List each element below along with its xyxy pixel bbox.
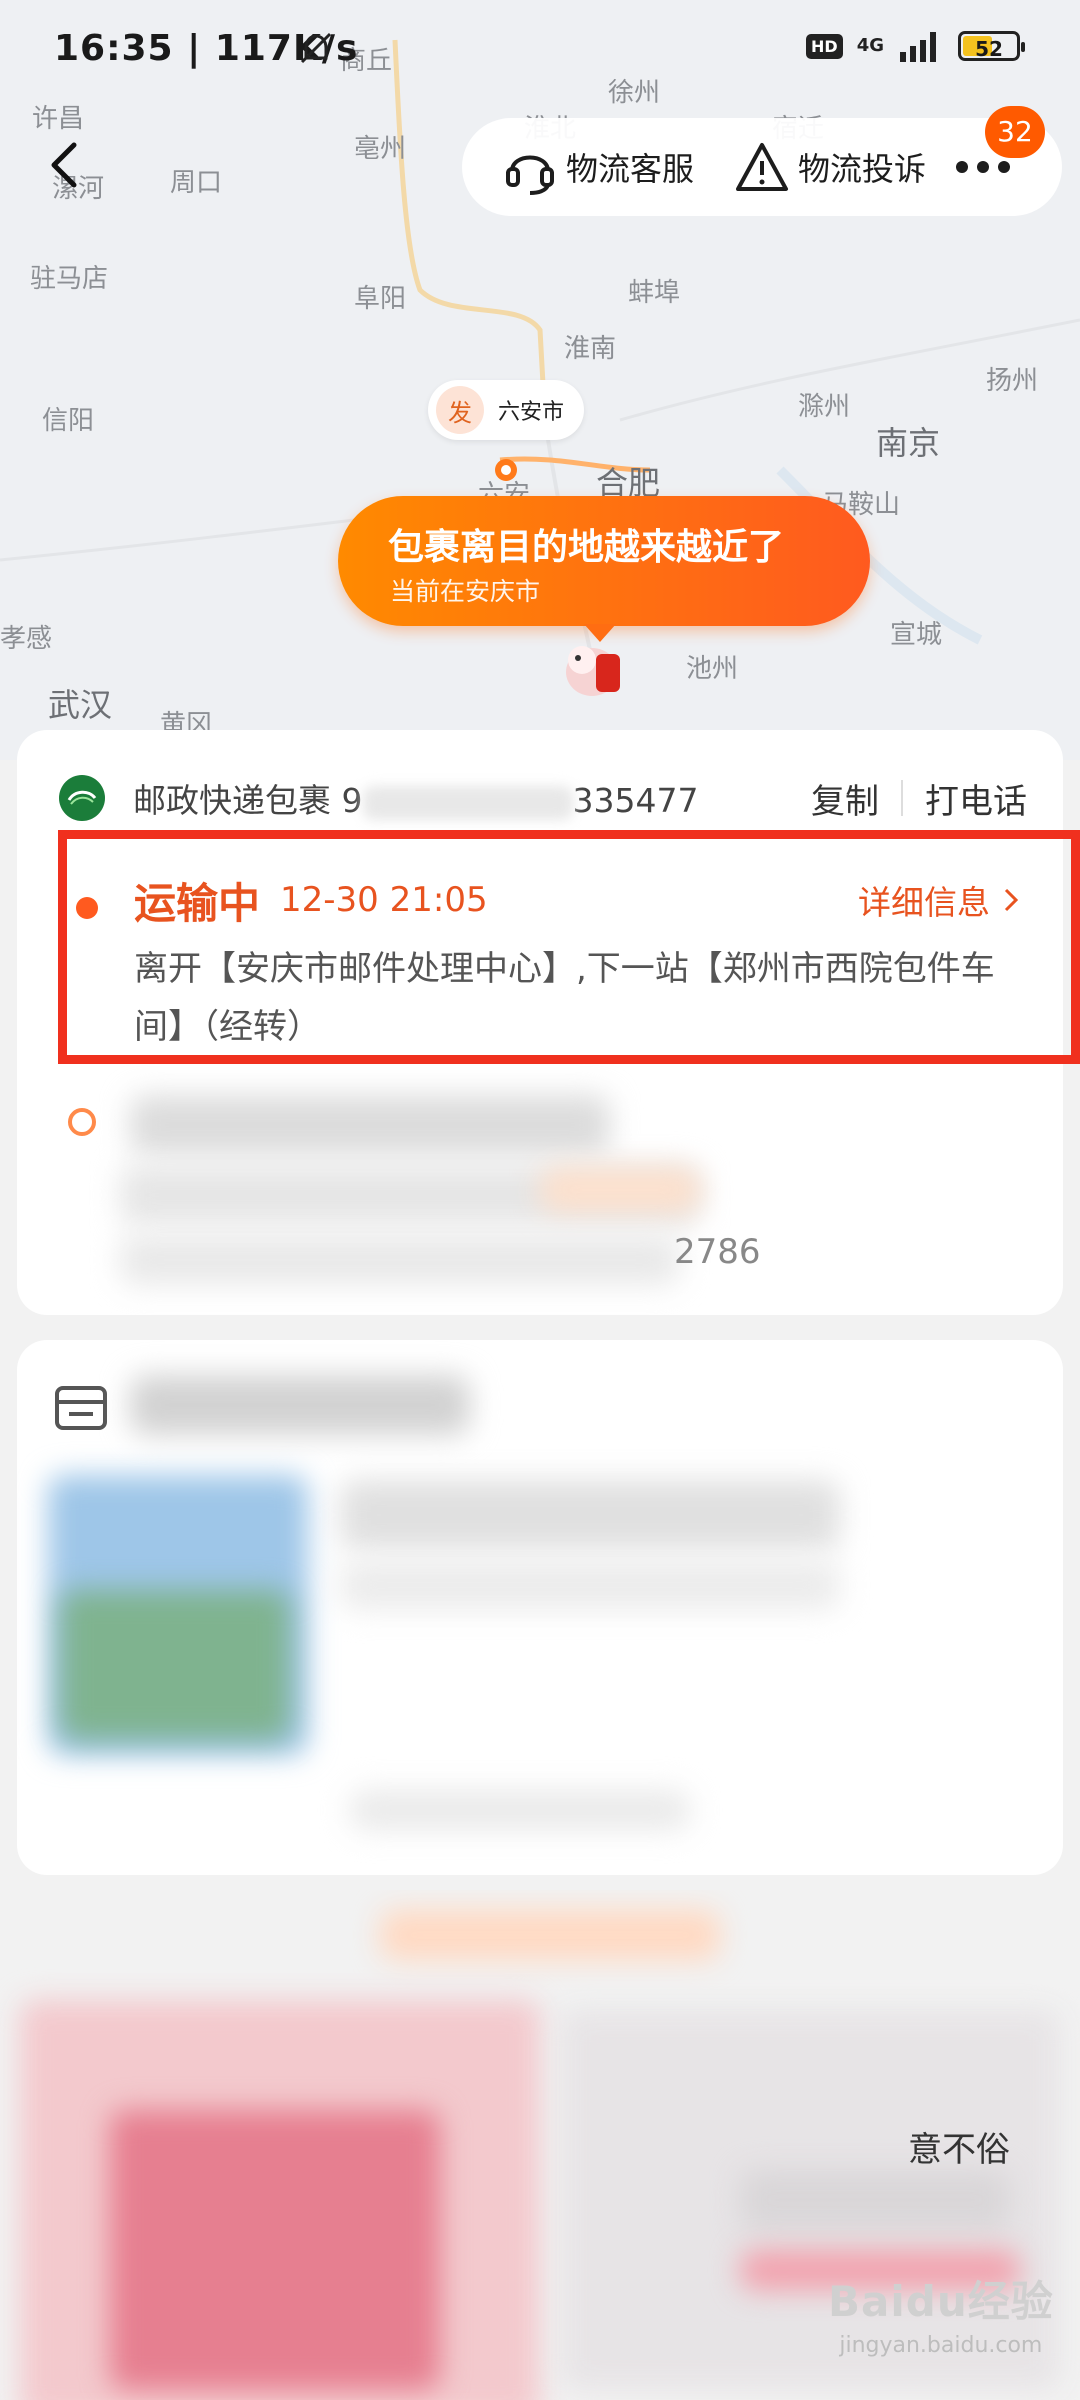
network-type: 4G [856, 35, 884, 56]
blurred-content [540, 1168, 700, 1212]
status-time: 12-30 21:05 [280, 880, 488, 920]
bubble-title: 包裹离目的地越来越近了 [388, 527, 785, 568]
blurred-content [130, 1095, 610, 1155]
warning-icon [736, 143, 789, 191]
more-menu-icon[interactable] [956, 161, 1011, 173]
origin-marker: 发 [436, 386, 484, 434]
blurred-content [120, 1235, 680, 1285]
map-city-label: 池州 [686, 654, 739, 684]
blurred-product-title [340, 1480, 840, 1550]
bubble-subtitle: 当前在安庆市 [390, 577, 541, 606]
timeline-current-dot [76, 897, 98, 919]
headset-icon [506, 155, 554, 195]
origin-chip[interactable]: 发 六安市 [428, 380, 585, 440]
hd-icon: HD [806, 33, 843, 59]
bell-off-icon [300, 32, 332, 64]
map-city-label: 阜阳 [354, 284, 407, 314]
map-city-label: 武汉 [48, 686, 113, 724]
baidu-watermark: Baidu经验 jingyan.baidu.com [828, 2268, 1054, 2358]
status-label: 运输中 [134, 878, 261, 928]
tracking-number: 邮政快递包裹 9 335477 [133, 781, 699, 820]
status-description: 离开【安庆市邮件处理中心】,下一站【郑州市西院包件车间】（经转） [134, 949, 995, 1047]
copy-button[interactable]: 复制 [811, 774, 879, 823]
courier-mascot-icon [566, 646, 620, 696]
complaint-label: 物流投诉 [798, 150, 927, 188]
map-city-label: 许昌 [32, 104, 85, 134]
store-icon [55, 1386, 107, 1430]
blurred-product-spec [340, 1560, 840, 1610]
back-icon[interactable] [40, 135, 90, 195]
map-city-label: 亳州 [354, 134, 407, 164]
customer-service-label: 物流客服 [566, 150, 695, 188]
promo-partial-text: 意不俗 [908, 2130, 1010, 2170]
status-bar: 16:35 | 117K/s HD 4G 52 [0, 0, 1080, 100]
carrier-row: 邮政快递包裹 9 335477 复制 打电话 [59, 766, 1027, 830]
detail-info-link[interactable]: 详细信息 [858, 876, 1020, 924]
map-city-label: 周口 [170, 168, 223, 198]
map-city-label: 淮南 [564, 334, 617, 364]
map-city-label: 扬州 [986, 366, 1039, 396]
notification-badge: 32 [985, 106, 1045, 158]
map-view[interactable]: 商丘 徐州 许昌 亳州 淮北 宿迁 漯河 周口 驻马店 阜阳 蚌埠 淮南 扬州 … [0, 0, 1080, 760]
signal-icon [900, 32, 936, 62]
battery-icon: 52 [958, 31, 1025, 61]
top-action-bar: 物流客服 物流投诉 [462, 118, 1062, 216]
customer-service-button[interactable]: 物流客服 [502, 139, 694, 195]
chevron-right-icon [1004, 888, 1019, 912]
map-city-label: 孝感 [0, 624, 53, 654]
watermark-logo: Baidu经验 [828, 2277, 1054, 2326]
china-post-logo [59, 775, 105, 821]
blurred-product-image [60, 1590, 290, 1740]
watermark-url: jingyan.baidu.com [839, 2333, 1043, 2358]
origin-city: 六安市 [498, 400, 565, 425]
origin-pin-icon [495, 459, 517, 481]
post-logo-icon [67, 790, 97, 805]
map-city-label: 宣城 [890, 620, 943, 650]
latest-status-row[interactable]: 运输中 12-30 21:05 详细信息 [134, 870, 1020, 930]
map-city-label: 信阳 [42, 406, 95, 436]
map-city-label: 南京 [876, 424, 941, 462]
location-bubble[interactable]: 包裹离目的地越来越近了 当前在安庆市 [338, 496, 870, 642]
map-city-label: 蚌埠 [628, 278, 681, 308]
complaint-button[interactable]: 物流投诉 [734, 139, 926, 195]
status-indicators: HD 4G 52 [806, 30, 1025, 62]
timeline-dot [68, 1108, 96, 1136]
map-city-label: 驻马店 [30, 264, 109, 294]
map-city-label: 滁州 [798, 392, 851, 422]
blurred-store-name [130, 1375, 470, 1435]
blurred-phone-tail: 2786 [674, 1232, 761, 1272]
divider [901, 780, 903, 816]
blurred-product-action [350, 1790, 690, 1830]
call-button[interactable]: 打电话 [925, 774, 1027, 823]
